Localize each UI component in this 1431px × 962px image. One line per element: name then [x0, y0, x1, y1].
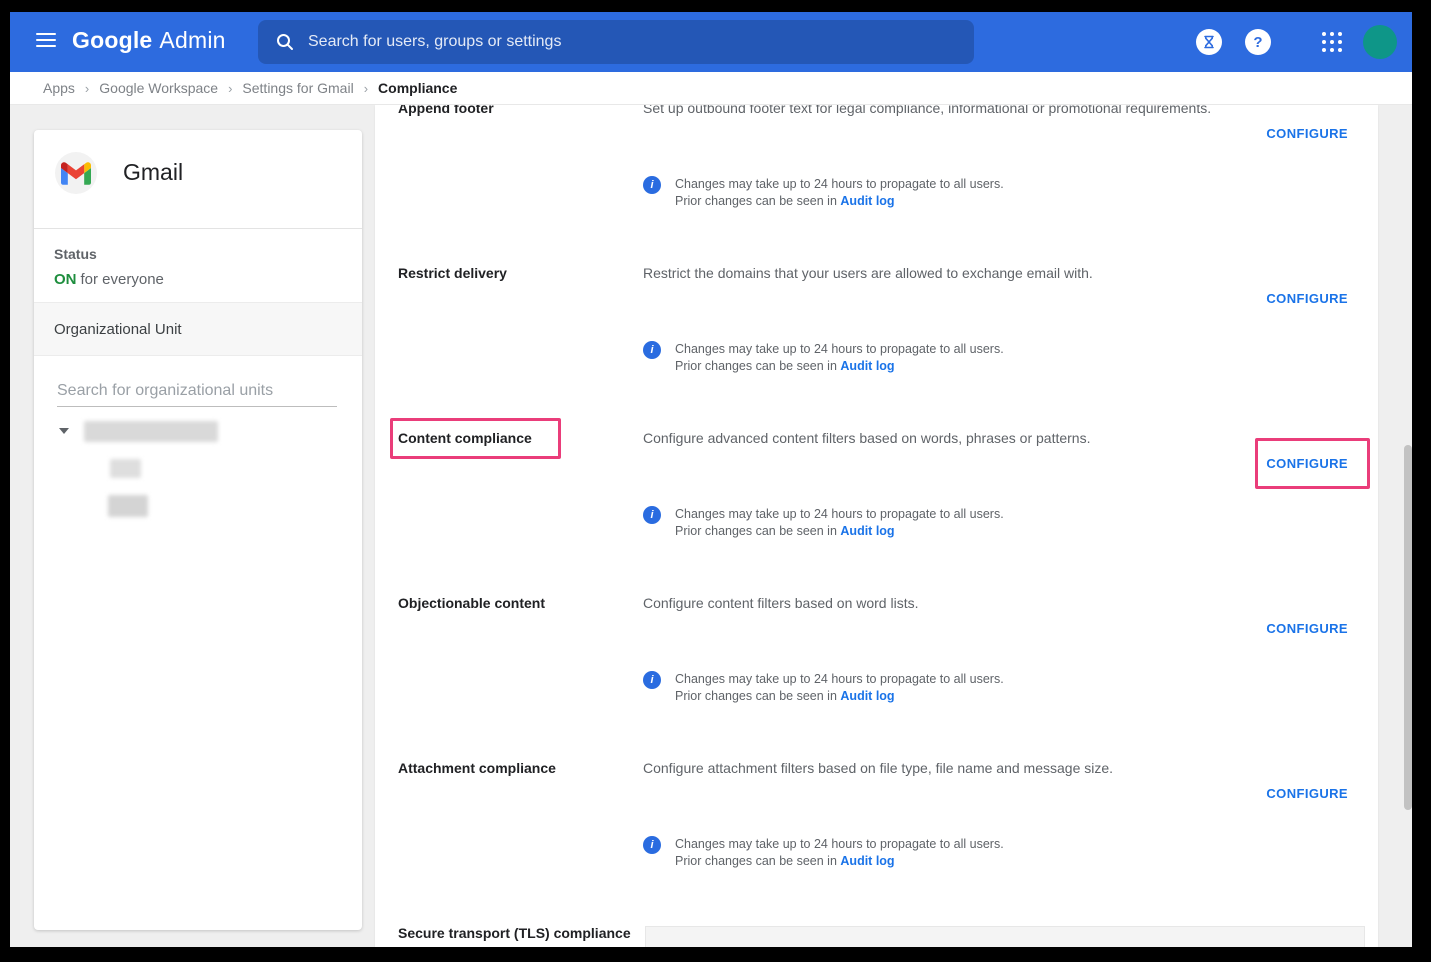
audit-log-link[interactable]: Audit log [840, 854, 894, 868]
org-unit-section-header: Organizational Unit [34, 302, 362, 356]
breadcrumb: Apps › Google Workspace › Settings for G… [10, 72, 1412, 105]
setting-description: Configure advanced content filters based… [643, 430, 1343, 446]
trial-countdown-button[interactable] [1196, 29, 1222, 55]
setting-title: Objectionable content [398, 595, 633, 611]
breadcrumb-apps[interactable]: Apps [43, 80, 75, 96]
configure-button[interactable]: CONFIGURE [1266, 621, 1348, 636]
breadcrumb-google-workspace[interactable]: Google Workspace [99, 80, 218, 96]
note-line1: Changes may take up to 24 hours to propa… [675, 506, 1004, 523]
compliance-settings-panel: Append footer Set up outbound footer tex… [375, 105, 1378, 947]
help-icon[interactable] [1245, 29, 1271, 55]
chevron-right-icon: › [364, 81, 368, 96]
scrollbar-thumb[interactable] [1404, 445, 1412, 810]
note-line1: Changes may take up to 24 hours to propa… [675, 176, 1004, 193]
note-line2: Prior changes can be seen in Audit log [675, 688, 1004, 705]
gmail-logo-icon [55, 152, 97, 194]
apps-grid-icon[interactable] [1322, 32, 1342, 52]
service-status: Status ONfor everyone [34, 229, 362, 288]
breadcrumb-current: Compliance [378, 80, 457, 96]
org-unit-child-redacted[interactable] [108, 495, 148, 517]
org-unit-search-input[interactable] [57, 380, 337, 407]
org-unit-search[interactable] [57, 380, 337, 407]
configure-button[interactable]: CONFIGURE [1266, 786, 1348, 801]
setting-row-append-footer: Append footer Set up outbound footer tex… [375, 105, 1378, 241]
product-logo-admin: Admin [159, 27, 225, 53]
setting-description: Set up outbound footer text for legal co… [643, 105, 1343, 116]
configure-button[interactable]: CONFIGURE [1266, 291, 1348, 306]
status-value: ONfor everyone [54, 271, 342, 288]
screenshot-root: { "header": { "product_name_primary": "G… [0, 0, 1431, 962]
audit-log-link[interactable]: Audit log [840, 359, 894, 373]
propagation-note: Changes may take up to 24 hours to propa… [643, 176, 1004, 210]
setting-row-objectionable-content: Objectionable content Configure content … [375, 571, 1378, 736]
chevron-right-icon: › [85, 81, 89, 96]
info-icon [643, 836, 661, 854]
setting-row-attachment-compliance: Attachment compliance Configure attachme… [375, 736, 1378, 901]
propagation-note: Changes may take up to 24 hours to propa… [643, 341, 1004, 375]
hourglass-icon [1203, 35, 1215, 49]
setting-row-content-compliance: Content compliance Configure advanced co… [375, 406, 1378, 571]
org-unit-section-label: Organizational Unit [54, 321, 182, 338]
propagation-note: Changes may take up to 24 hours to propa… [643, 836, 1004, 870]
note-line2: Prior changes can be seen in Audit log [675, 358, 1004, 375]
setting-row-secure-transport: Secure transport (TLS) compliance [375, 901, 1378, 947]
service-name: Gmail [123, 159, 183, 186]
setting-title: Append footer [398, 105, 633, 116]
setting-detail-placeholder [645, 926, 1365, 947]
setting-row-restrict-delivery: Restrict delivery Restrict the domains t… [375, 241, 1378, 406]
configure-button[interactable]: CONFIGURE [1266, 126, 1348, 141]
org-unit-child-redacted[interactable] [110, 459, 141, 478]
note-line1: Changes may take up to 24 hours to propa… [675, 671, 1004, 688]
setting-title: Attachment compliance [398, 760, 633, 776]
note-line2: Prior changes can be seen in Audit log [675, 523, 1004, 540]
info-icon [643, 341, 661, 359]
menu-icon[interactable] [36, 33, 56, 51]
product-logo-google: Google [72, 27, 152, 53]
admin-console-window: Google Admin Apps › Google Workspace › Se… [10, 12, 1412, 947]
info-icon [643, 176, 661, 194]
audit-log-link[interactable]: Audit log [840, 194, 894, 208]
status-label: Status [54, 246, 342, 262]
expand-arrow-icon[interactable] [59, 428, 69, 434]
note-line1: Changes may take up to 24 hours to propa… [675, 836, 1004, 853]
global-search[interactable] [258, 20, 974, 64]
audit-log-link[interactable]: Audit log [840, 689, 894, 703]
audit-log-link[interactable]: Audit log [840, 524, 894, 538]
app-bar: Google Admin [10, 12, 1412, 72]
note-line2: Prior changes can be seen in Audit log [675, 193, 1004, 210]
chevron-right-icon: › [228, 81, 232, 96]
org-unit-root-redacted[interactable] [84, 421, 218, 442]
setting-description: Configure content filters based on word … [643, 595, 1343, 611]
setting-description: Restrict the domains that your users are… [643, 265, 1343, 281]
service-sidebar-card: Gmail Status ONfor everyone Organization… [34, 130, 362, 930]
account-avatar[interactable] [1363, 25, 1397, 59]
status-on-badge: ON [54, 271, 77, 288]
product-logo[interactable]: Google Admin [72, 27, 226, 54]
setting-description: Configure attachment filters based on fi… [643, 760, 1343, 776]
info-icon [643, 671, 661, 689]
setting-title: Secure transport (TLS) compliance [398, 925, 633, 941]
global-search-input[interactable] [308, 33, 974, 51]
propagation-note: Changes may take up to 24 hours to propa… [643, 506, 1004, 540]
setting-title: Content compliance [398, 430, 633, 446]
breadcrumb-settings-for-gmail[interactable]: Settings for Gmail [242, 80, 353, 96]
note-line1: Changes may take up to 24 hours to propa… [675, 341, 1004, 358]
info-icon [643, 506, 661, 524]
status-scope: for everyone [81, 271, 164, 288]
propagation-note: Changes may take up to 24 hours to propa… [643, 671, 1004, 705]
note-line2: Prior changes can be seen in Audit log [675, 853, 1004, 870]
search-icon [276, 33, 294, 51]
configure-button[interactable]: CONFIGURE [1266, 456, 1348, 471]
service-header: Gmail [34, 130, 362, 229]
setting-title: Restrict delivery [398, 265, 633, 281]
